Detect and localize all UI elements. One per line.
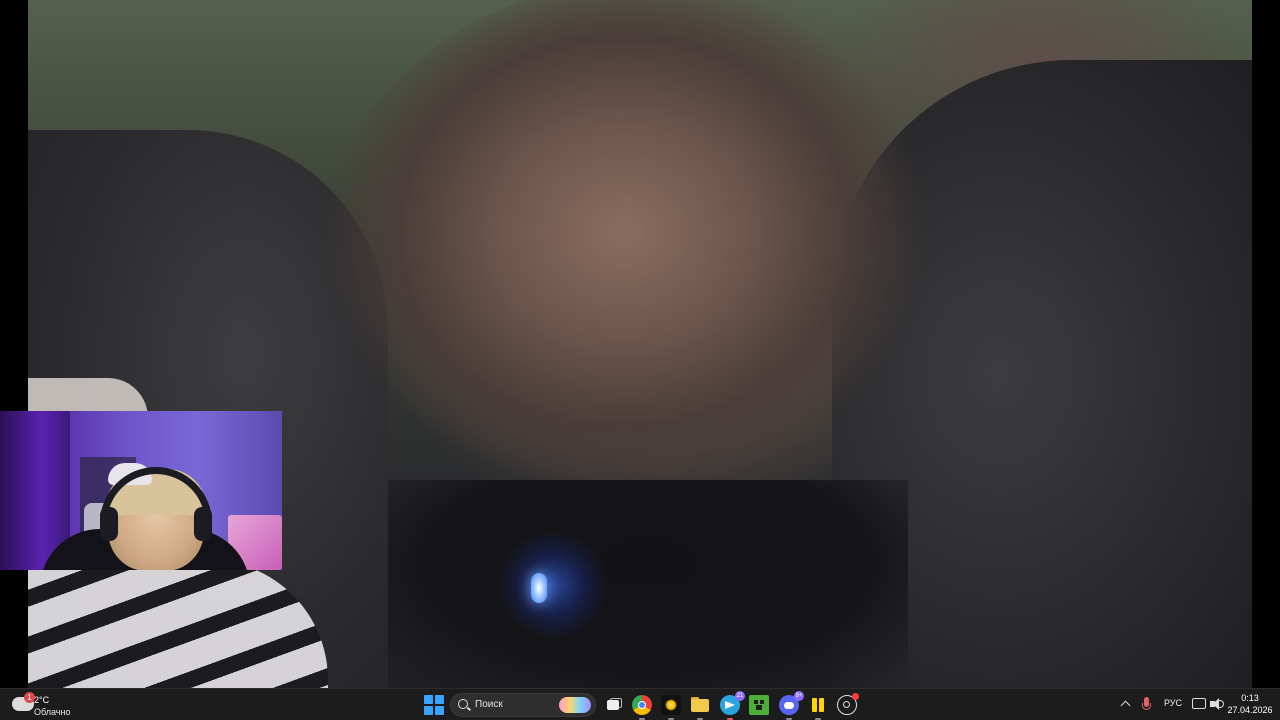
chrome-icon [638, 701, 646, 709]
headset-cup-left [100, 507, 118, 541]
desktop-screen: 1 2°C Облачно Поиск 21 9+ РУС 0:13 27.04… [0, 0, 1280, 720]
weather-temperature: 2°C [34, 695, 50, 705]
bolt-icon [812, 698, 817, 712]
telegram-taskbar-button[interactable]: 21 [720, 691, 745, 720]
show-hidden-icons-chevron-icon[interactable] [1120, 699, 1130, 709]
folder-icon [691, 699, 709, 712]
taskbar-search[interactable]: Поиск [450, 693, 596, 717]
webcam-overlay [0, 411, 282, 570]
windows-logo-pane [435, 706, 444, 715]
led-glow [498, 530, 608, 640]
language-indicator[interactable]: РУС [1164, 698, 1182, 708]
notification-dot [852, 693, 859, 700]
headset-cup-right [194, 507, 212, 541]
weather-widget[interactable]: 1 2°C Облачно [8, 691, 98, 719]
video-player-area[interactable] [28, 0, 1252, 688]
weather-description: Облачно [34, 707, 71, 717]
search-highlight-icon [559, 697, 591, 713]
volume-icon[interactable] [1210, 698, 1224, 710]
mic-stand [1142, 703, 1151, 710]
clock[interactable]: 0:13 27.04.2026 [1226, 692, 1274, 716]
windows-logo-icon [424, 695, 433, 704]
discord-icon [784, 702, 794, 709]
taskbar: 1 2°C Облачно Поиск 21 9+ РУС 0:13 27.04… [0, 688, 1280, 720]
search-label: Поиск [475, 699, 503, 710]
task-view-icon-front [607, 700, 619, 710]
chrome-taskbar-button[interactable] [632, 695, 652, 720]
start-button[interactable] [424, 695, 444, 715]
blue-led-light [531, 573, 547, 603]
network-icon[interactable] [1192, 698, 1206, 709]
search-icon [458, 699, 468, 709]
spark-icon [665, 699, 677, 711]
microphone-icon[interactable] [1141, 697, 1151, 713]
sound-wave [1219, 700, 1224, 708]
clock-time: 0:13 [1241, 693, 1259, 703]
minecraft-taskbar-button[interactable] [749, 695, 769, 715]
telegram-icon [725, 701, 735, 709]
discord-taskbar-button[interactable]: 9+ [779, 691, 804, 720]
task-view-button[interactable] [604, 695, 624, 715]
bolt-icon-bar [819, 698, 824, 712]
telegram-badge: 21 [735, 691, 745, 701]
bolt-taskbar-button[interactable] [808, 695, 828, 720]
file-explorer-button[interactable] [690, 695, 710, 720]
steam-taskbar-button[interactable] [837, 693, 859, 715]
steam-icon [843, 701, 850, 708]
discord-badge: 9+ [794, 691, 804, 701]
spark-taskbar-button[interactable] [661, 695, 681, 720]
clock-date: 27.04.2026 [1227, 705, 1273, 715]
windows-logo-pane [424, 706, 433, 715]
minecraft-icon [754, 700, 764, 710]
windows-logo-pane [435, 695, 444, 704]
shadow-area [388, 480, 908, 688]
